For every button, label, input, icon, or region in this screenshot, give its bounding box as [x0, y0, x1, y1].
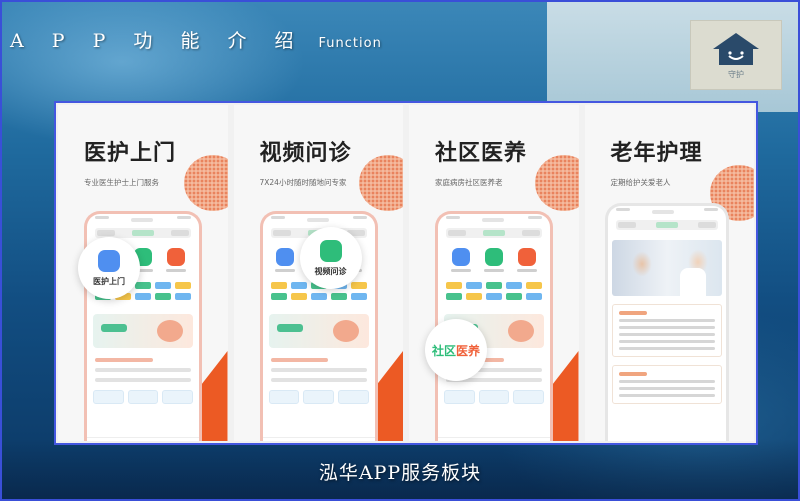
feature-card-community-care[interactable]: 社区医养 家庭病房社区医养老 社区医养 [409, 105, 579, 441]
home-care-icon [276, 248, 295, 266]
feature-card-video-consult[interactable]: 视频问诊 7X24小时随时随地问专家 视频问诊 [233, 105, 403, 441]
heart-icon [98, 249, 120, 272]
decor-dots [359, 155, 403, 211]
header: A P P 功 能 介 绍 Function [10, 26, 382, 53]
highlight-bubble: 医护上门 [78, 237, 140, 299]
tab-bar [262, 437, 375, 441]
video-consult-icon [484, 248, 503, 266]
house-logo-icon [713, 32, 759, 65]
promo-banner [268, 314, 369, 348]
community-icon [518, 248, 537, 266]
home-care-icon [451, 248, 470, 266]
tab-bar [438, 437, 550, 441]
highlight-bubble: 社区医养 [425, 319, 487, 381]
phone-mockup [604, 203, 729, 441]
video-icon [319, 239, 342, 262]
community-icon [167, 248, 186, 266]
highlight-bubble: 视频问诊 [299, 227, 362, 289]
feature-panel: 医护上门 专业医生护士上门服务 医护上门 视频问诊 7X24小时随时随地问专家 … [54, 101, 758, 445]
footer-caption: 泓华APP服务板块 [318, 462, 482, 484]
logo-text: 守护 [728, 69, 744, 79]
feature-card-elderly-care[interactable]: 老年护理 定期给护关爱老人 [584, 105, 754, 441]
nurse-photo [611, 240, 722, 296]
feature-card-home-care[interactable]: 医护上门 专业医生护士上门服务 医护上门 [58, 105, 228, 441]
header-title: A P P 功 能 介 绍 [10, 30, 305, 52]
header-subtitle: Function [318, 36, 382, 51]
card-title: 老年护理 [610, 141, 703, 166]
logo: 守护 [690, 20, 782, 90]
promo-banner [93, 314, 193, 348]
tab-bar [87, 437, 199, 441]
slide: A P P 功 能 介 绍 Function 守护 医护上门 专业医生护士上门服… [0, 0, 800, 501]
